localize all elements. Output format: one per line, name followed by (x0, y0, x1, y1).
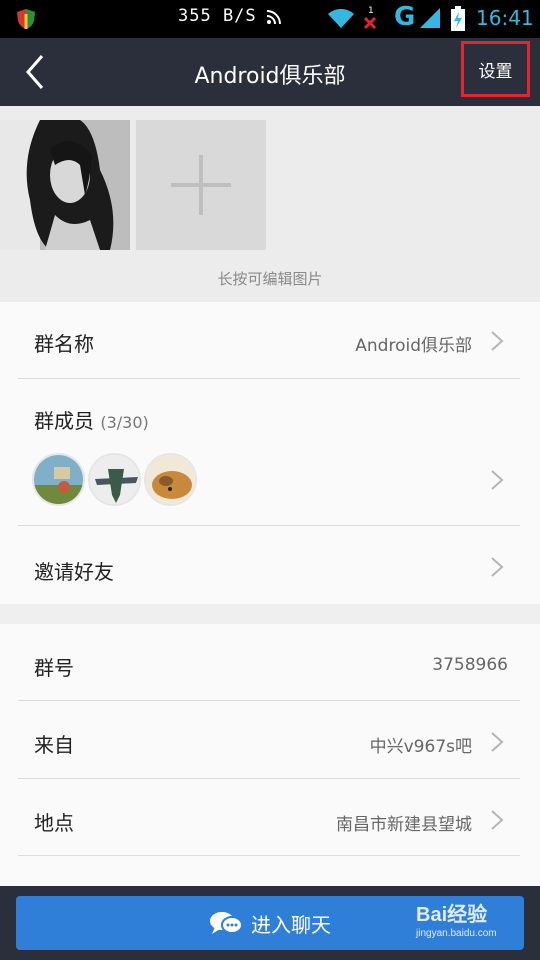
add-photo-button[interactable] (136, 120, 266, 250)
rss-icon (266, 10, 281, 25)
edit-photo-hint: 长按可编辑图片 (217, 270, 323, 288)
member-avatar[interactable] (88, 453, 141, 506)
page-title: Android俱乐部 (194, 64, 346, 89)
chevron-right-icon (491, 810, 504, 830)
chevron-right-icon (491, 470, 504, 490)
from-label: 来自 (34, 733, 74, 757)
status-bar: 355 B/S 1 G 16:41 (0, 0, 540, 38)
watermark-brand: Bai经验 (416, 904, 488, 926)
clock: 16:41 (476, 6, 534, 30)
group-members-row[interactable]: 群成员 (3/30) (18, 379, 520, 526)
settings-label: 设置 (478, 61, 513, 82)
network-type: G (394, 2, 416, 32)
no-sim-icon: 1 (363, 6, 377, 30)
group-number-label: 群号 (34, 656, 74, 680)
network-speed: 355 B/S (178, 6, 257, 26)
shield-icon (17, 9, 35, 29)
baidu-watermark: Bai经验 jingyan.baidu.com (408, 896, 534, 946)
portrait-image (0, 120, 130, 250)
location-label: 地点 (34, 811, 74, 835)
chat-bubbles-icon (210, 912, 243, 934)
group-name-value: Android俱乐部 (355, 336, 472, 356)
title-bar: Android俱乐部 设置 (0, 38, 540, 106)
location-value: 南昌市新建县望城 (336, 815, 472, 835)
battery-charging-icon (451, 6, 465, 31)
from-row[interactable]: 来自 中兴v967s吧 (18, 701, 520, 779)
invite-friends-label: 邀请好友 (34, 560, 114, 584)
members-label-text: 群成员 (34, 409, 94, 433)
signal-icon (420, 8, 440, 28)
group-number-row: 群号 3758966 (18, 624, 520, 701)
chevron-right-icon (491, 732, 504, 752)
group-number-value: 3758966 (432, 655, 508, 675)
chevron-right-icon (491, 331, 504, 351)
settings-button[interactable]: 设置 (461, 41, 530, 97)
members-count: (3/30) (100, 413, 149, 432)
member-avatar[interactable] (144, 453, 197, 506)
enter-chat-label: 进入聊天 (251, 912, 331, 937)
group-info-card: 群名称 Android俱乐部 群成员 (3/30) 邀请好友 (0, 302, 540, 604)
group-name-label: 群名称 (34, 332, 94, 356)
group-members-label: 群成员 (3/30) (34, 405, 149, 434)
watermark-site: jingyan.baidu.com (416, 928, 497, 939)
wifi-icon (328, 8, 354, 28)
from-value: 中兴v967s吧 (369, 737, 472, 757)
group-details-card: 群号 3758966 来自 中兴v967s吧 地点 南昌市新建县望城 (0, 624, 540, 886)
group-photos: 长按可编辑图片 (0, 106, 540, 302)
chevron-right-icon (491, 557, 504, 577)
group-name-row[interactable]: 群名称 Android俱乐部 (18, 302, 520, 379)
member-avatar[interactable] (32, 453, 85, 506)
location-row[interactable]: 地点 南昌市新建县望城 (18, 779, 520, 856)
svg-text:1: 1 (368, 6, 374, 16)
invite-friends-row[interactable]: 邀请好友 (18, 526, 520, 604)
plus-icon (171, 155, 231, 215)
group-photo[interactable] (0, 120, 130, 250)
